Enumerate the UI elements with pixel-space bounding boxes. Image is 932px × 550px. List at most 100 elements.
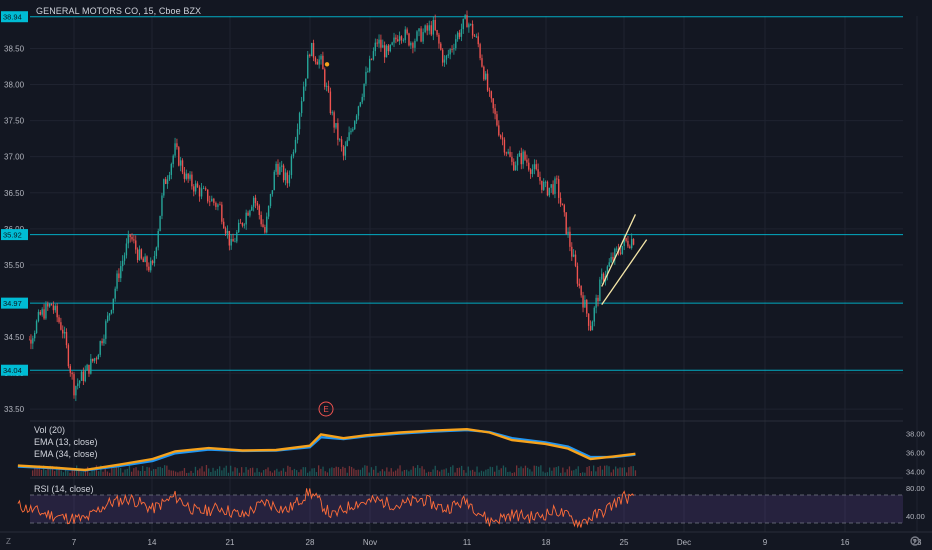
candle-body — [550, 184, 552, 188]
candle-body — [39, 311, 42, 315]
candle-body — [185, 173, 187, 179]
candle-body — [387, 45, 390, 52]
volume-bar — [452, 465, 454, 476]
volume-bar — [617, 468, 619, 476]
ema13-legend[interactable]: EMA (13, close) — [34, 437, 98, 447]
volume-bar — [403, 469, 406, 476]
candle-body — [310, 42, 313, 57]
ema34-legend[interactable]: EMA (34, close) — [34, 449, 98, 459]
candle-body — [252, 197, 255, 207]
volume-bar — [124, 469, 126, 476]
time-axis[interactable]: 7 14 21 28 Nov 11 18 25 Dec 9 16 23 — [0, 531, 932, 547]
volume-bar — [454, 472, 456, 476]
candle-body — [140, 249, 143, 259]
candle-body — [215, 202, 217, 207]
candle-body — [237, 222, 240, 233]
candle-body — [574, 254, 577, 266]
candle-body — [131, 236, 133, 240]
candle-body — [616, 248, 618, 250]
volume-bar — [203, 471, 205, 476]
candle-body — [372, 51, 375, 60]
volume-bar — [346, 472, 348, 476]
candle-body — [539, 176, 541, 181]
rsi-legend[interactable]: RSI (14, close) — [34, 484, 94, 494]
volume-bar — [285, 471, 287, 476]
candle-body — [307, 54, 309, 79]
price-marker-dot[interactable] — [324, 62, 330, 67]
candle-body — [531, 169, 534, 174]
candle-body — [520, 153, 522, 165]
candle-body — [243, 224, 245, 226]
candle-body — [224, 228, 227, 234]
volume-bar — [546, 472, 549, 476]
candle-body — [535, 164, 537, 170]
volume-bar — [128, 465, 131, 476]
volume-bar — [87, 466, 89, 476]
candle-body — [456, 32, 459, 40]
volume-bar — [621, 467, 623, 476]
volume-bar — [494, 471, 496, 476]
volume-bar — [399, 465, 401, 476]
candle-body — [82, 371, 85, 381]
candle-body — [488, 90, 491, 92]
candle-body — [455, 39, 457, 49]
candle-body — [443, 59, 446, 63]
candle-body — [116, 273, 118, 289]
volume-bar — [406, 469, 408, 476]
volume-bar — [291, 470, 293, 476]
volume-bar — [575, 468, 577, 476]
volume-bar — [441, 469, 443, 476]
volume-bar — [175, 471, 177, 476]
zoom-reset-z[interactable]: Z — [6, 537, 11, 546]
volume-bar — [298, 472, 300, 476]
candle-body — [193, 186, 195, 192]
chart-canvas[interactable]: 38.5038.0037.5037.0036.5036.0035.5035.00… — [0, 0, 932, 550]
channel-upper-line[interactable] — [601, 214, 637, 287]
candle-body — [54, 305, 56, 311]
volume-bar — [216, 468, 219, 476]
time-tick-label: 23 — [913, 538, 922, 547]
candle-body — [71, 372, 73, 375]
volume-bar — [362, 467, 364, 476]
volume-bar — [157, 467, 159, 476]
volume-bar — [159, 466, 161, 476]
price-tick-label: 37.00 — [4, 153, 25, 162]
candle-body — [554, 178, 556, 194]
volume-bar — [500, 468, 502, 476]
price-axis[interactable]: 38.5038.0037.5037.0036.5036.0035.5035.00… — [0, 0, 29, 421]
volume-bar — [236, 468, 238, 476]
price-tick-label: 35.50 — [4, 261, 25, 270]
time-tick-label: Dec — [677, 538, 691, 547]
volume-bar — [166, 465, 168, 476]
candle-body — [412, 42, 414, 48]
candle-body — [576, 265, 579, 284]
candle-body — [499, 135, 502, 138]
candle-body — [217, 204, 219, 207]
volume-legend[interactable]: Vol (20) — [34, 425, 65, 435]
candle-body — [191, 174, 193, 187]
candle-body — [211, 198, 213, 202]
volume-bar — [408, 471, 410, 476]
volume-bar — [439, 471, 441, 476]
candle-body — [121, 260, 124, 267]
volume-bar — [421, 466, 423, 476]
volume-bar — [588, 466, 590, 476]
candle-body — [207, 189, 209, 202]
volume-bar — [425, 472, 428, 476]
candle-body — [548, 187, 551, 196]
volume-bar — [256, 468, 258, 476]
candle-body — [230, 239, 232, 246]
volume-bar — [529, 469, 531, 476]
candle-body — [150, 260, 152, 271]
candle-body — [56, 305, 58, 318]
volume-bar — [243, 472, 245, 476]
volume-bar — [445, 468, 447, 476]
candle-body — [181, 160, 184, 173]
volume-bar — [364, 465, 366, 476]
candle-body — [50, 303, 53, 306]
volume-bar — [485, 469, 487, 476]
candle-body — [247, 212, 249, 216]
volume-bar — [496, 465, 498, 476]
volume-bar — [586, 466, 588, 476]
volume-bar — [375, 465, 377, 476]
